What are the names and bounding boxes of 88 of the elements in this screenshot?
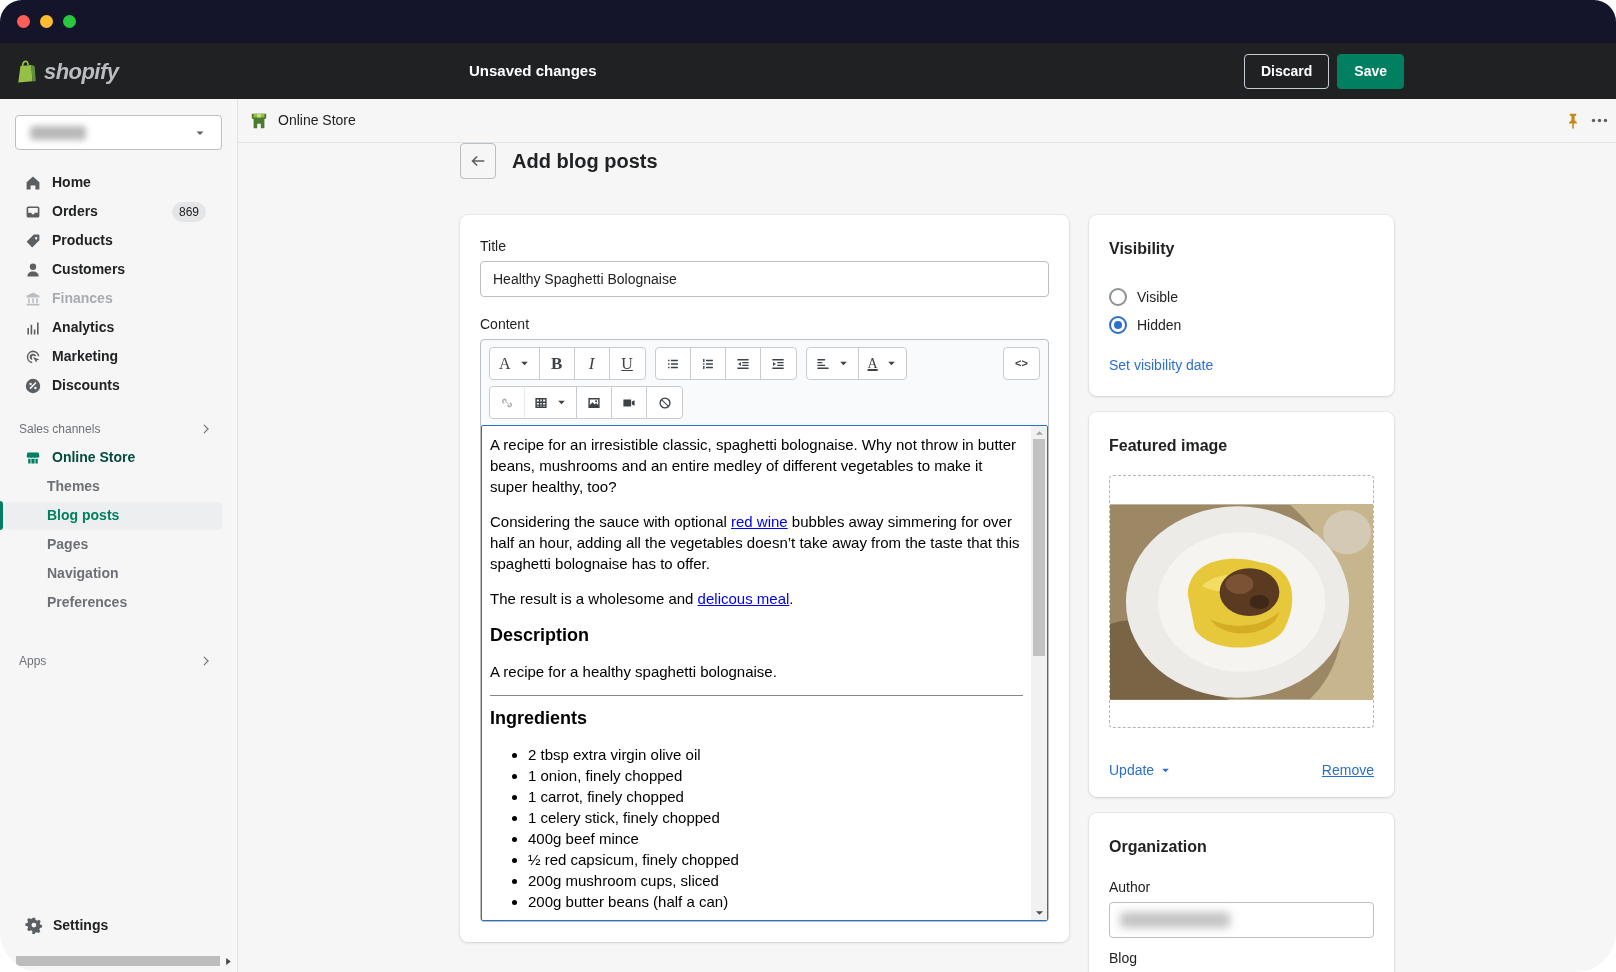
list-item-text: 1 celery stick, finely chopped xyxy=(528,809,720,826)
nav-item[interactable]: Orders 869 xyxy=(5,197,232,226)
tag-icon xyxy=(25,232,41,249)
field-label: Title xyxy=(480,237,507,256)
bank-icon xyxy=(25,290,41,307)
scroll-up-icon xyxy=(1034,429,1044,437)
table-icon xyxy=(534,395,548,410)
outdent-icon xyxy=(735,356,750,371)
text-color-button[interactable]: A xyxy=(858,348,906,379)
nav-item[interactable]: Home xyxy=(5,168,232,197)
align-left-icon xyxy=(815,356,830,371)
home-icon xyxy=(25,174,41,191)
card-title: Featured image xyxy=(1109,436,1229,456)
source-code-button[interactable]: <> xyxy=(1004,348,1039,379)
discard-button[interactable]: Discard xyxy=(1243,53,1330,89)
nav-subitem[interactable]: Navigation xyxy=(5,559,222,588)
settings-icon xyxy=(25,917,42,934)
target-cursor-icon xyxy=(25,348,41,365)
nav-subitem[interactable]: Pages xyxy=(5,530,222,559)
list-item-text: 200g butter beans (half a can) xyxy=(528,893,729,910)
list-item-text: 2 tbsp extra virgin olive oil xyxy=(528,746,701,763)
scrollbar-thumb[interactable] xyxy=(16,956,220,966)
title-input[interactable]: Healthy Spaghetti Bolognaise xyxy=(480,261,1049,297)
image-icon xyxy=(587,395,601,410)
image-drop-zone[interactable] xyxy=(1109,475,1374,728)
page-title: Add blog posts xyxy=(512,149,658,174)
unsaved-changes-title: Unsaved changes xyxy=(469,60,597,81)
underline-button[interactable]: U xyxy=(609,348,645,379)
nav-item[interactable]: Discounts xyxy=(5,371,232,400)
field-label: Content xyxy=(480,315,531,334)
author-field[interactable] xyxy=(1109,902,1374,938)
paragraph: A recipe for an irresistible classic, spaghetti bolognaise. Why not throw in butter beans, mushrooms and an entire medley of different vegetables to make it super healthy, too? xyxy=(490,435,1018,497)
section-heading: Description xyxy=(490,624,591,647)
text-link[interactable]: red wine xyxy=(731,513,788,530)
content-editor[interactable] xyxy=(481,425,1048,921)
scrollbar-thumb[interactable] xyxy=(1033,439,1045,656)
bar-chart-icon xyxy=(25,319,41,336)
paragraph: The result is a wholesome and delicous meal. xyxy=(490,589,795,609)
italic-button[interactable]: I xyxy=(574,348,610,379)
blurred-store-name xyxy=(30,125,86,140)
no-format-icon xyxy=(657,395,672,410)
remove-link[interactable]: Remove xyxy=(1321,760,1374,781)
section-heading: Ingredients xyxy=(490,707,588,730)
radio-button[interactable] xyxy=(1109,316,1127,334)
inbox-icon xyxy=(25,203,41,220)
storefront-icon xyxy=(25,449,41,466)
nav-item[interactable]: Products xyxy=(5,226,232,255)
numbered-list-icon xyxy=(700,356,715,371)
section-heading: Apps xyxy=(19,653,47,670)
paragraph: Considering the sauce with optional red wine bubbles away simmering for over half an hour, adding all the vegetables doesn’t take away from the taste that this spaghetti bolognaise has to offer. xyxy=(490,512,1021,574)
field-label: Blog xyxy=(1109,949,1139,968)
indent-icon xyxy=(771,356,786,371)
section-heading: Sales channels xyxy=(19,421,101,438)
nav-item[interactable]: Online Store xyxy=(5,443,232,472)
update-button[interactable]: Update xyxy=(1109,760,1172,781)
bold-button[interactable]: B xyxy=(539,348,575,379)
nav-subitem[interactable]: Themes xyxy=(5,472,222,501)
save-button[interactable]: Save xyxy=(1337,53,1404,89)
breadcrumb-label[interactable]: Online Store xyxy=(278,110,356,131)
nav-item[interactable]: Customers xyxy=(5,255,232,284)
nav-item[interactable]: Analytics xyxy=(5,313,232,342)
selection-bar xyxy=(0,501,3,530)
scroll-right-icon xyxy=(224,956,232,966)
person-icon xyxy=(25,261,41,278)
radio-button[interactable] xyxy=(1109,288,1127,306)
font-button[interactable]: A xyxy=(490,348,540,379)
count-badge: 869 xyxy=(171,201,206,222)
list-item-text: ½ red capsicum, finely chopped xyxy=(528,851,739,868)
back-button[interactable] xyxy=(460,143,496,179)
set-date-link[interactable]: Set visibility date xyxy=(1109,355,1374,376)
storefront-icon xyxy=(250,111,268,130)
paragraph: A recipe for a healthy spaghetti bolognaise. xyxy=(490,662,778,682)
card-title: Visibility xyxy=(1109,239,1176,259)
nav-item[interactable]: Marketing xyxy=(5,342,232,371)
list-item-text: 200g mushroom cups, sliced xyxy=(528,872,719,889)
logo-text: shopify xyxy=(44,57,119,86)
list-item-text: 1 onion, finely chopped xyxy=(528,767,683,784)
card-title: Organization xyxy=(1109,837,1208,857)
settings-item[interactable]: Settings xyxy=(5,911,232,940)
radio-label: Hidden xyxy=(1137,315,1182,335)
list-item-text: 1 carrot, finely chopped xyxy=(528,788,684,805)
radio-label: Visible xyxy=(1137,287,1178,307)
nav-subitem[interactable]: Preferences xyxy=(5,588,222,617)
nav-subitem[interactable]: Blog posts xyxy=(5,501,222,530)
scroll-down-icon xyxy=(1034,909,1044,917)
percent-badge-icon xyxy=(25,377,41,394)
list-item-text: 400g beef mince xyxy=(528,830,639,847)
field-label: Author xyxy=(1109,878,1152,897)
